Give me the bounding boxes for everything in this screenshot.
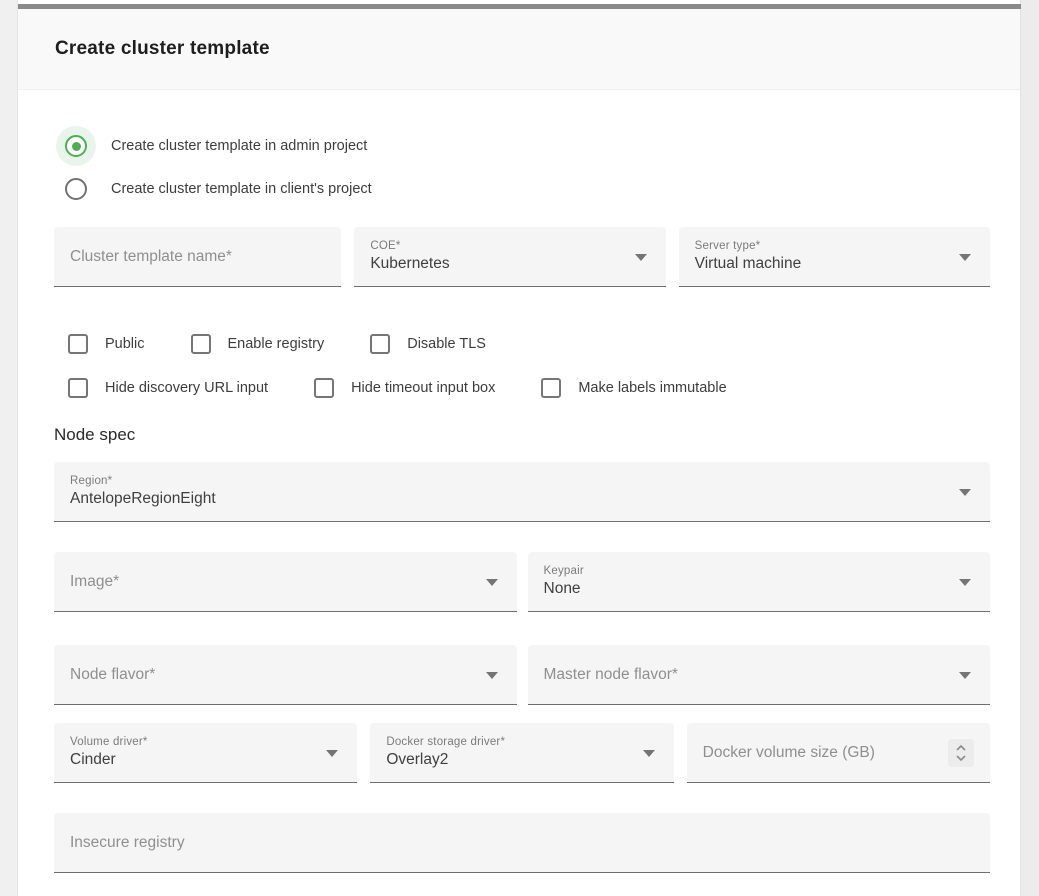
docker-volume-size-input[interactable] — [703, 744, 950, 762]
checkbox-labels-immutable[interactable]: Make labels immutable — [541, 378, 726, 398]
checkbox-labels-immutable-label: Make labels immutable — [578, 380, 726, 396]
region-label: Region* — [70, 475, 950, 487]
checkbox-public[interactable]: Public — [68, 334, 145, 354]
row-docker-storage: Volume driver* Cinder Docker storage dri… — [54, 723, 990, 783]
volume-driver-label: Volume driver* — [70, 736, 317, 748]
checkbox-icon — [370, 334, 390, 354]
volume-driver-value: Cinder — [70, 751, 317, 769]
dropdown-arrow-icon — [486, 579, 498, 586]
region-select[interactable]: Region* AntelopeRegionEight — [54, 462, 990, 522]
insecure-registry-field[interactable] — [54, 813, 990, 873]
dialog-body: Create cluster template in admin project… — [18, 126, 1020, 873]
dropdown-arrow-icon — [486, 672, 498, 679]
checkbox-icon — [68, 378, 88, 398]
region-value: AntelopeRegionEight — [70, 490, 950, 508]
image-placeholder: Image* — [70, 573, 477, 591]
keypair-value: None — [544, 580, 951, 598]
coe-select[interactable]: COE* Kubernetes — [354, 227, 665, 287]
radio-admin-project[interactable]: Create cluster template in admin project — [54, 126, 990, 166]
page-title: Create cluster template — [55, 38, 270, 60]
checkbox-disable-tls-label: Disable TLS — [407, 336, 486, 352]
radio-halo — [56, 169, 96, 209]
checkbox-row-2: Hide discovery URL input Hide timeout in… — [54, 377, 990, 399]
docker-storage-driver-value: Overlay2 — [386, 751, 633, 769]
scrollbar-track[interactable] — [1020, 0, 1039, 896]
radio-selected-halo — [56, 126, 96, 166]
checkbox-enable-registry-label: Enable registry — [228, 336, 325, 352]
image-select[interactable]: Image* — [54, 552, 517, 612]
checkbox-enable-registry[interactable]: Enable registry — [191, 334, 325, 354]
dropdown-arrow-icon — [959, 489, 971, 496]
checkbox-icon — [314, 378, 334, 398]
radio-admin-project-label: Create cluster template in admin project — [111, 138, 367, 154]
cluster-template-name-input[interactable] — [70, 248, 325, 266]
dropdown-arrow-icon — [643, 750, 655, 757]
master-node-flavor-placeholder: Master node flavor* — [544, 666, 951, 684]
node-spec-heading: Node spec — [54, 425, 990, 445]
dialog-header: Create cluster template — [18, 9, 1020, 90]
master-node-flavor-select[interactable]: Master node flavor* — [528, 645, 991, 705]
row-name-coe-servertype: COE* Kubernetes Server type* Virtual mac… — [54, 227, 990, 287]
dropdown-arrow-icon — [959, 672, 971, 679]
radio-client-project-label: Create cluster template in client's proj… — [111, 181, 372, 197]
stepper-chevrons-icon — [955, 743, 967, 763]
docker-volume-size-field[interactable] — [687, 723, 990, 783]
checkbox-icon — [68, 334, 88, 354]
checkbox-hide-timeout[interactable]: Hide timeout input box — [314, 378, 495, 398]
checkbox-hide-discovery-url[interactable]: Hide discovery URL input — [68, 378, 268, 398]
project-scope-radio-group: Create cluster template in admin project… — [54, 126, 990, 209]
checkbox-hide-discovery-url-label: Hide discovery URL input — [105, 380, 268, 396]
checkbox-row-1: Public Enable registry Disable TLS — [54, 333, 990, 355]
coe-value: Kubernetes — [370, 255, 625, 273]
insecure-registry-input[interactable] — [70, 834, 974, 852]
keypair-label: Keypair — [544, 565, 951, 577]
radio-button-icon — [65, 178, 87, 200]
dropdown-arrow-icon — [959, 579, 971, 586]
page-gutter — [0, 0, 18, 896]
keypair-select[interactable]: Keypair None — [528, 552, 991, 612]
checkbox-icon — [191, 334, 211, 354]
radio-client-project[interactable]: Create cluster template in client's proj… — [54, 169, 990, 209]
node-flavor-placeholder: Node flavor* — [70, 666, 477, 684]
checkbox-hide-timeout-label: Hide timeout input box — [351, 380, 495, 396]
server-type-value: Virtual machine — [695, 255, 950, 273]
dropdown-arrow-icon — [959, 254, 971, 261]
radio-button-icon — [65, 135, 87, 157]
number-stepper[interactable] — [948, 739, 974, 767]
docker-storage-driver-label: Docker storage driver* — [386, 736, 633, 748]
server-type-label: Server type* — [695, 240, 950, 252]
cluster-template-name-field[interactable] — [54, 227, 341, 287]
dropdown-arrow-icon — [326, 750, 338, 757]
volume-driver-select[interactable]: Volume driver* Cinder — [54, 723, 357, 783]
radio-dot-icon — [72, 142, 81, 151]
docker-storage-driver-select[interactable]: Docker storage driver* Overlay2 — [370, 723, 673, 783]
server-type-select[interactable]: Server type* Virtual machine — [679, 227, 990, 287]
checkbox-public-label: Public — [105, 336, 145, 352]
dropdown-arrow-icon — [635, 254, 647, 261]
row-image-keypair: Image* Keypair None — [54, 552, 990, 612]
node-flavor-select[interactable]: Node flavor* — [54, 645, 517, 705]
create-cluster-template-dialog: Create cluster template Create cluster t… — [18, 9, 1020, 896]
checkbox-icon — [541, 378, 561, 398]
checkbox-disable-tls[interactable]: Disable TLS — [370, 334, 486, 354]
row-flavors: Node flavor* Master node flavor* — [54, 645, 990, 705]
coe-label: COE* — [370, 240, 625, 252]
